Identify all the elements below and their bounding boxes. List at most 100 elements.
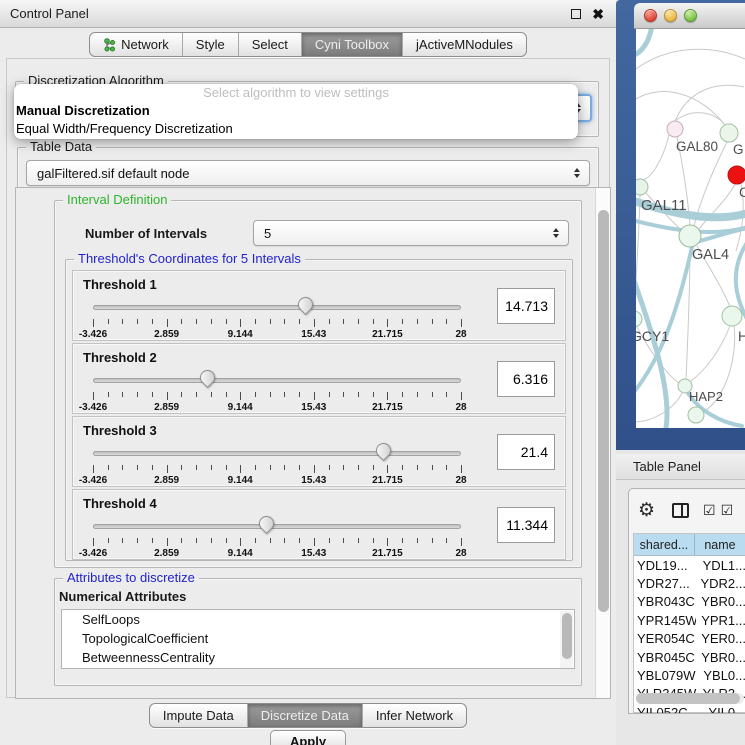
table-row[interactable]: YBR043CYBR0... [634, 593, 745, 611]
threshold-value-field[interactable]: 21.4 [497, 434, 555, 470]
threshold-slider[interactable]: -3.4262.8599.14415.4321.71528 [93, 370, 461, 414]
slider-tick [461, 465, 462, 473]
slider-tick-label: -3.426 [79, 475, 107, 486]
slider-tick [329, 319, 330, 324]
attribute-list-item[interactable]: TopologicalCoefficient [62, 629, 574, 648]
slider-tick-label: -3.426 [79, 548, 107, 559]
table-hscrollbar[interactable] [636, 693, 744, 704]
slider-tick [417, 392, 418, 397]
network-node[interactable] [667, 121, 683, 137]
slider-tick [226, 319, 227, 324]
network-node-label[interactable]: GAL11 [641, 197, 687, 214]
slider-track[interactable] [93, 451, 461, 456]
network-canvas[interactable]: GAL80 G C GAL11 GAL4 GCY1 H HAP2 [636, 29, 745, 428]
tab-label: Impute Data [163, 708, 234, 723]
network-node[interactable] [688, 407, 704, 423]
tab-cyni-toolbox[interactable]: Cyni Toolbox [302, 33, 403, 56]
network-node-label[interactable]: GCY1 [636, 328, 669, 344]
attribute-list-item[interactable]: BetweennessCentrality [62, 648, 574, 667]
slider-track[interactable] [93, 305, 461, 310]
threshold-value-field[interactable]: 14.713 [497, 288, 555, 324]
table-row[interactable]: YDL19...YDL1... [634, 556, 745, 574]
table-row[interactable]: YBR045CYBR0... [634, 648, 745, 666]
mac-zoom-icon[interactable] [684, 9, 697, 22]
threshold-slider[interactable]: -3.4262.8599.14415.4321.71528 [93, 443, 461, 487]
network-node[interactable] [720, 124, 738, 142]
network-node[interactable] [636, 179, 648, 195]
slider-tick [314, 319, 315, 327]
threshold-slider[interactable]: -3.4262.8599.14415.4321.71528 [93, 297, 461, 341]
table-row[interactable]: YPR145WYPR1... [634, 611, 745, 629]
slider-handle[interactable] [196, 367, 217, 388]
column-header-shared[interactable]: shared... [634, 534, 695, 555]
table-row[interactable]: YBL079WYBL0... [634, 666, 745, 684]
tab-jactivemnodules[interactable]: jActiveMNodules [403, 33, 526, 56]
network-edge [636, 393, 682, 422]
network-node-label[interactable]: C [739, 185, 745, 200]
table-hscroll-thumb[interactable] [636, 693, 740, 704]
mac-close-icon[interactable] [644, 9, 657, 22]
network-node-label[interactable]: H [738, 328, 745, 344]
checkbox-icon[interactable]: ☑ [721, 503, 734, 517]
attributes-listbox[interactable]: SelfLoopsTopologicalCoefficientBetweenne… [61, 609, 575, 669]
tab-style[interactable]: Style [183, 33, 239, 56]
network-graph[interactable]: GAL80 G C GAL11 GAL4 GCY1 H HAP2 [636, 29, 745, 428]
slider-tick [417, 538, 418, 543]
network-view-window: GAL80 G C GAL11 GAL4 GCY1 H HAP2 [616, 0, 745, 450]
threshold-value-field[interactable]: 6.316 [497, 361, 555, 397]
network-node-label[interactable]: GAL4 [692, 247, 729, 263]
threshold-value-field[interactable]: 11.344 [497, 507, 555, 543]
slider-tick [432, 465, 433, 470]
algorithm-option[interactable]: Manual Discretization [14, 102, 578, 120]
settings-vscrollbar[interactable] [595, 188, 610, 698]
table-panel-box: ⚙ ☑ ☑ shared... name YDL19...YDL1...YDR2… [628, 488, 745, 714]
slider-track[interactable] [93, 378, 461, 383]
threshold-panel: Threshold 1-3.4262.8599.14415.4321.71528… [72, 270, 566, 341]
cell-shared-name: YER054C [634, 631, 696, 646]
tab-network[interactable]: Network [90, 33, 183, 56]
gear-icon[interactable]: ⚙ [638, 501, 655, 520]
table-row[interactable]: YER054CYER0... [634, 630, 745, 648]
slider-handle[interactable] [373, 440, 394, 461]
network-node-label[interactable]: GAL80 [676, 139, 718, 154]
tab-infer-network[interactable]: Infer Network [363, 704, 466, 727]
mac-minimize-icon[interactable] [664, 9, 677, 22]
apply-button[interactable]: Apply [270, 730, 346, 745]
threshold-slider[interactable]: -3.4262.8599.14415.4321.71528 [93, 516, 461, 560]
network-icon [103, 38, 116, 52]
table-row[interactable]: YIL052CYIL0... [634, 703, 745, 714]
table-row[interactable]: YDR27...YDR2... [634, 574, 745, 592]
slider-tick [255, 465, 256, 470]
float-window-icon[interactable] [571, 9, 581, 19]
slider-tick [402, 392, 403, 397]
slider-tick-label: 9.144 [228, 329, 253, 340]
slider-handle[interactable] [255, 513, 276, 534]
slider-track[interactable] [93, 524, 461, 529]
network-node[interactable] [728, 166, 745, 184]
table-data-combobox[interactable]: galFiltered.sif default node [26, 160, 590, 186]
table-toolbar: ⚙ ☑ ☑ [629, 489, 745, 531]
attributes-scroll-thumb[interactable] [562, 613, 572, 659]
attributes-vscrollbar[interactable] [560, 611, 573, 669]
column-header-name[interactable]: name [695, 534, 745, 555]
split-columns-icon[interactable] [672, 503, 689, 518]
network-node[interactable] [722, 306, 742, 326]
slider-handle[interactable] [295, 294, 316, 315]
slider-tick-label: 28 [455, 548, 466, 559]
slider-tick [373, 465, 374, 470]
tab-label: Cyni Toolbox [315, 37, 389, 52]
tab-select[interactable]: Select [239, 33, 302, 56]
checkbox-icon[interactable]: ☑ [703, 503, 716, 517]
attribute-list-item[interactable]: SelfLoops [62, 610, 574, 629]
network-node-label[interactable]: G [733, 142, 744, 157]
network-node[interactable] [679, 225, 701, 247]
tab-discretize-data[interactable]: Discretize Data [248, 704, 363, 727]
network-node[interactable] [636, 311, 642, 327]
num-intervals-combobox[interactable]: 5 [253, 220, 569, 246]
slider-tick [93, 392, 94, 400]
close-icon[interactable]: ✖ [592, 7, 604, 21]
settings-scroll-thumb[interactable] [598, 210, 609, 612]
tab-impute-data[interactable]: Impute Data [150, 704, 248, 727]
network-node-label[interactable]: HAP2 [689, 389, 723, 404]
algorithm-option[interactable]: Equal Width/Frequency Discretization [14, 120, 578, 138]
